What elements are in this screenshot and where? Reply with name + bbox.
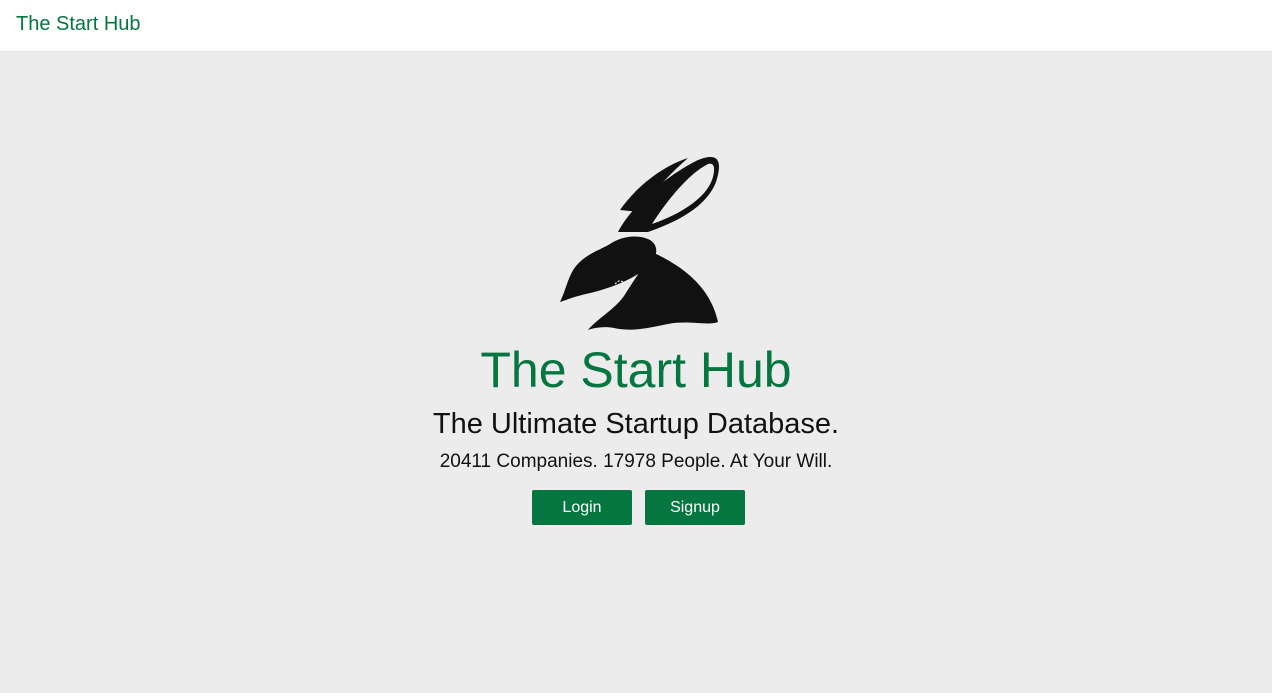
navbar-brand-link[interactable]: The Start Hub xyxy=(16,13,141,36)
hero-section: The Start Hub The Ultimate Startup Datab… xyxy=(0,52,1272,693)
rabbit-logo-icon xyxy=(560,156,719,330)
login-button[interactable]: Login xyxy=(532,490,632,525)
hero-stats: 20411 Companies. 17978 People. At Your W… xyxy=(439,451,833,472)
signup-button[interactable]: Signup xyxy=(645,490,745,525)
top-navbar: The Start Hub xyxy=(0,0,1272,52)
hero-subtitle: The Ultimate Startup Database. xyxy=(432,408,840,440)
hero-title: The Start Hub xyxy=(480,342,792,398)
